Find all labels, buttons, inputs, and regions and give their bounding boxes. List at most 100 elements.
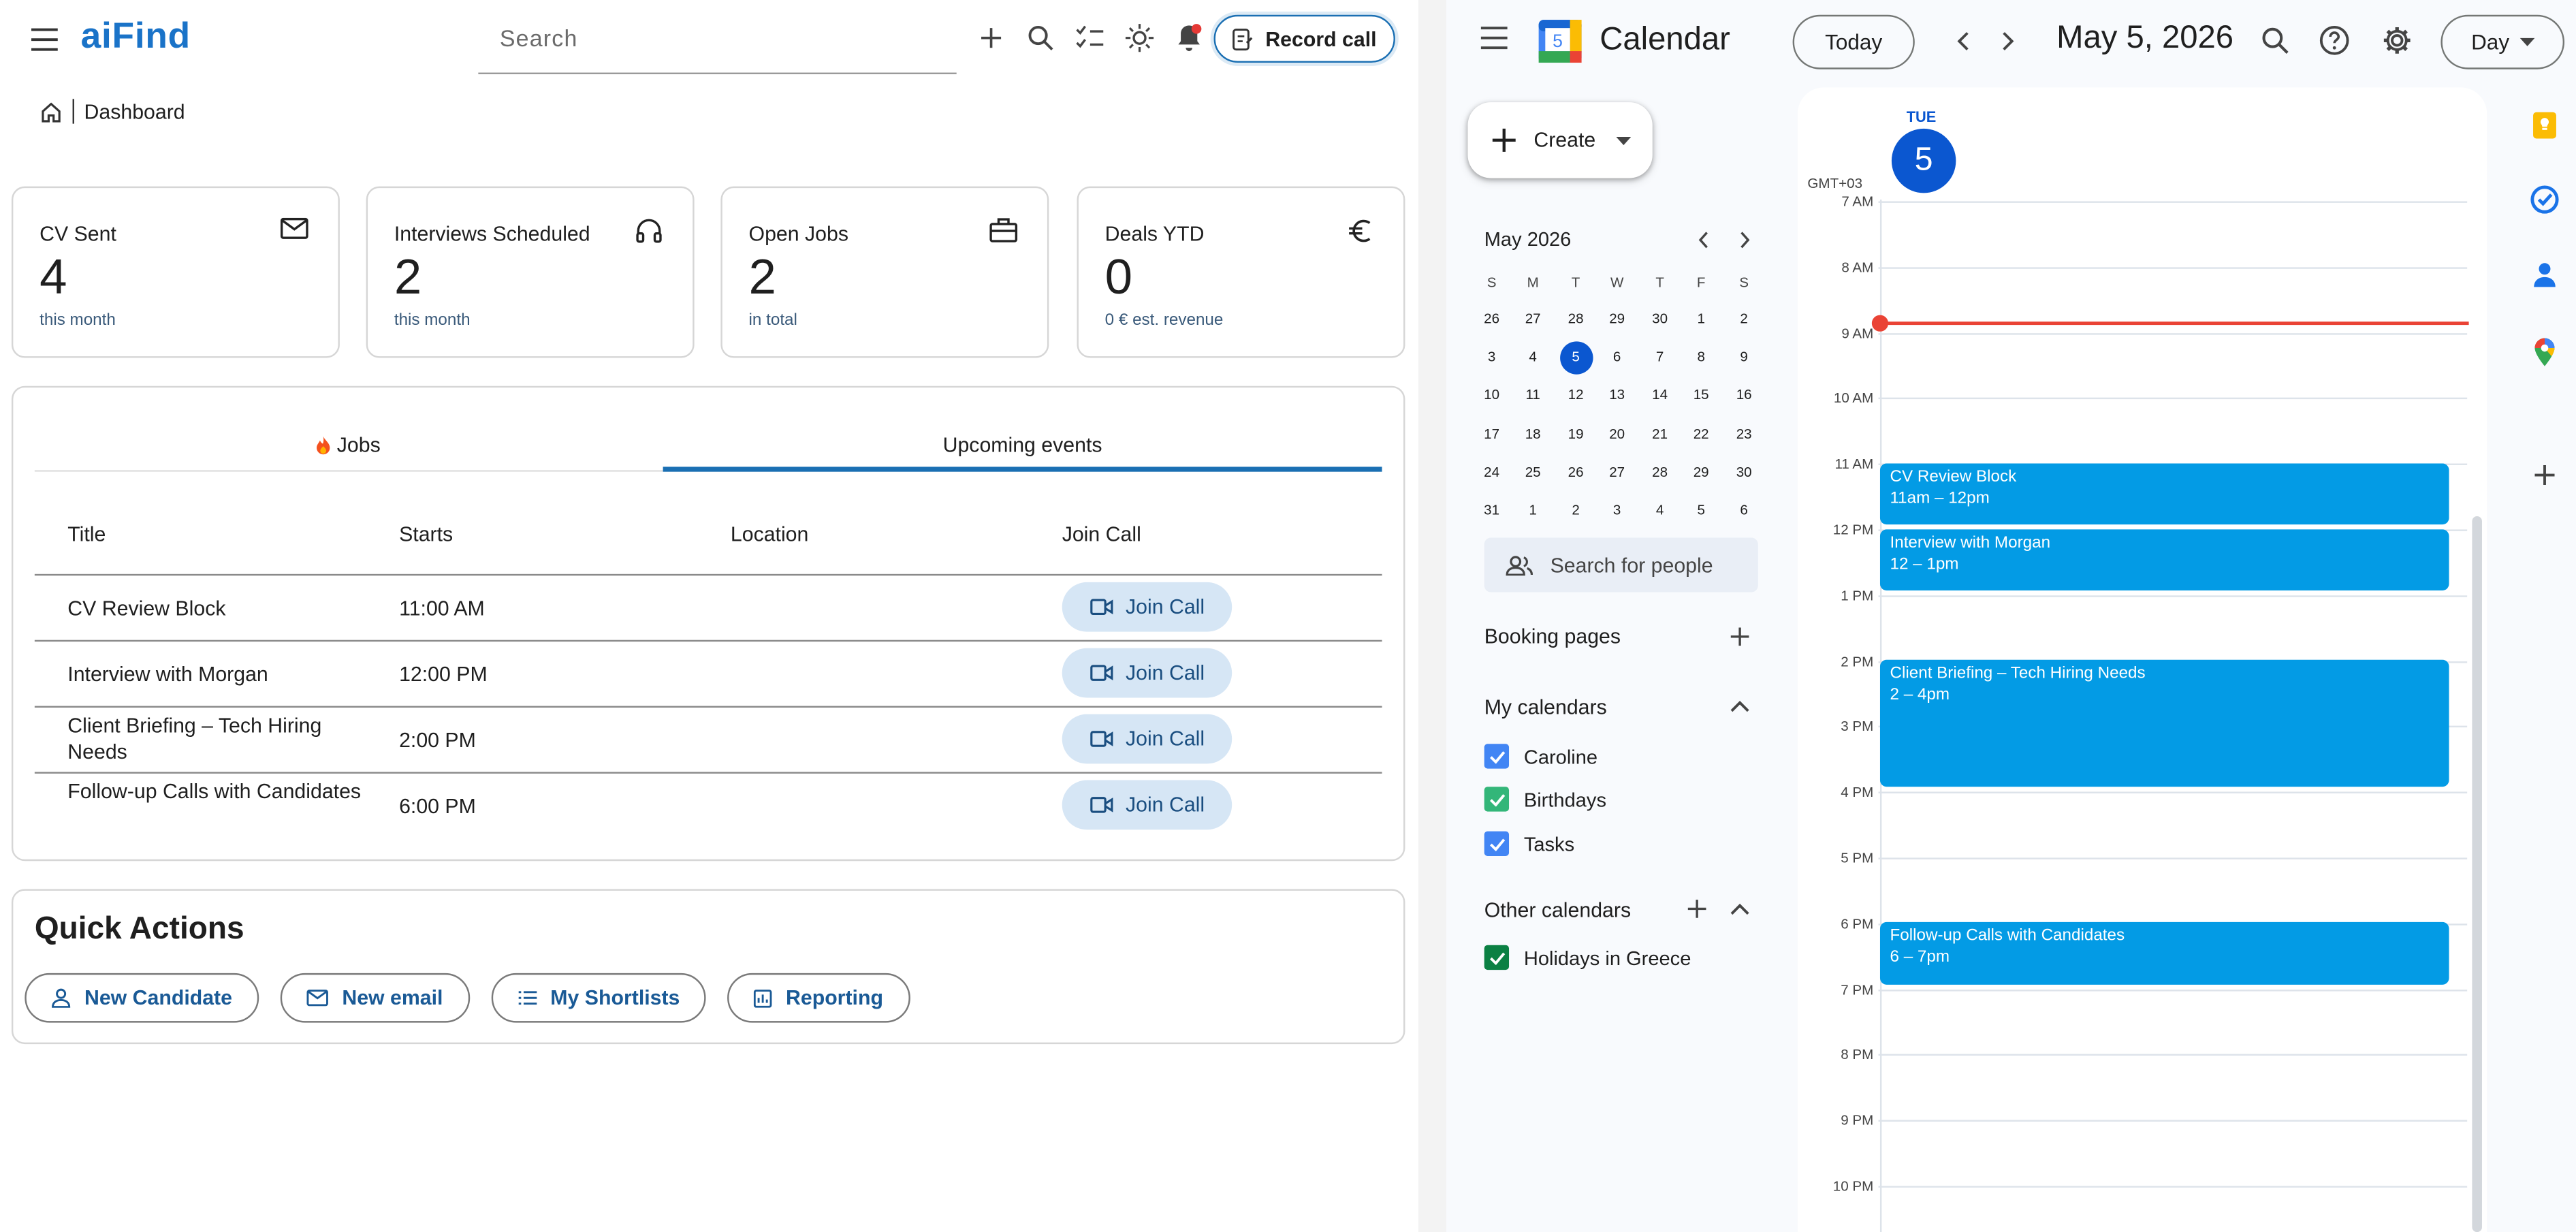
mini-calendar-day[interactable]: 1 — [1681, 302, 1722, 334]
mini-calendar-prev-icon[interactable] — [1697, 231, 1710, 249]
mini-calendar-day[interactable]: 10 — [1471, 379, 1512, 411]
new-email-button[interactable]: New email — [280, 973, 471, 1023]
mini-calendar-day[interactable]: 1 — [1512, 493, 1554, 526]
calendar-event[interactable]: Interview with Morgan 12 – 1pm — [1879, 529, 2449, 591]
other-calendars-label[interactable]: Other calendars — [1484, 899, 1631, 922]
my-calendars-label[interactable]: My calendars — [1484, 696, 1607, 719]
tab-upcoming-events[interactable]: Upcoming events — [663, 417, 1382, 473]
menu-icon[interactable] — [27, 21, 63, 57]
collapse-chevron-icon[interactable] — [1730, 699, 1750, 712]
mini-calendar-day[interactable]: 14 — [1639, 379, 1681, 411]
main-menu-icon[interactable] — [1479, 27, 1509, 50]
add-addon-icon[interactable] — [2526, 457, 2562, 493]
mini-calendar-day[interactable]: 28 — [1555, 302, 1597, 334]
stat-card-deals-ytd[interactable]: Deals YTD 0 0 € est. revenue — [1077, 186, 1405, 358]
add-icon[interactable] — [973, 20, 1009, 56]
join-call-button[interactable]: Join Call — [1062, 780, 1233, 830]
calendar-item-holidays-greece[interactable]: Holidays in Greece — [1484, 945, 1691, 970]
stat-card-open-jobs[interactable]: Open Jobs 2 in total — [720, 186, 1049, 358]
contacts-icon[interactable] — [2526, 257, 2562, 294]
mini-calendar-day[interactable]: 7 — [1639, 340, 1681, 373]
scrollbar-thumb[interactable] — [2472, 516, 2482, 1232]
mini-calendar-day[interactable]: 26 — [1555, 455, 1597, 488]
mini-calendar-day[interactable]: 9 — [1723, 340, 1765, 373]
search-people-input[interactable]: Search for people — [1484, 537, 1758, 593]
mini-calendar-day[interactable]: 26 — [1471, 302, 1512, 334]
calendar-item-caroline[interactable]: Caroline — [1484, 744, 1597, 769]
mini-calendar-day[interactable]: 2 — [1723, 302, 1765, 334]
mini-calendar-day[interactable]: 27 — [1512, 302, 1554, 334]
mini-calendar-day[interactable]: 22 — [1681, 417, 1722, 449]
mini-calendar-day[interactable]: 5 — [1681, 493, 1722, 526]
mini-calendar-next-icon[interactable] — [1738, 231, 1751, 249]
create-button[interactable]: Create — [1467, 102, 1653, 178]
mini-calendar-day[interactable]: 4 — [1512, 340, 1554, 373]
calendar-logo-icon[interactable]: 5 — [1537, 18, 1583, 65]
my-shortlists-button[interactable]: My Shortlists — [491, 973, 706, 1023]
search-icon[interactable] — [1023, 20, 1059, 56]
calendar-item-tasks[interactable]: Tasks — [1484, 831, 1574, 856]
mini-calendar-day[interactable]: 4 — [1639, 493, 1681, 526]
mini-calendar-day[interactable]: 28 — [1639, 455, 1681, 488]
tab-jobs[interactable]: Jobs — [35, 417, 661, 473]
search-input[interactable]: Search — [478, 7, 957, 74]
checkbox-checked-icon[interactable] — [1484, 744, 1510, 769]
breadcrumb-dashboard[interactable]: Dashboard — [84, 100, 185, 123]
keep-notes-icon[interactable] — [2526, 107, 2562, 143]
mini-calendar-day[interactable]: 3 — [1471, 340, 1512, 373]
mini-calendar-day[interactable]: 16 — [1723, 379, 1765, 411]
settings-gear-icon[interactable] — [2381, 25, 2413, 56]
next-period-icon[interactable] — [1997, 30, 2017, 53]
checkbox-checked-icon[interactable] — [1484, 831, 1510, 856]
mini-calendar-day[interactable]: 12 — [1555, 379, 1597, 411]
mini-calendar-day[interactable]: 31 — [1471, 493, 1512, 526]
mini-calendar-day[interactable]: 29 — [1596, 302, 1638, 334]
mini-calendar-day[interactable]: 6 — [1596, 340, 1638, 373]
mini-calendar-day[interactable]: 17 — [1471, 417, 1512, 449]
mini-calendar-day[interactable]: 8 — [1681, 340, 1722, 373]
search-icon[interactable] — [2261, 27, 2289, 54]
mini-calendar-day[interactable]: 3 — [1596, 493, 1638, 526]
mini-calendar-day[interactable]: 21 — [1639, 417, 1681, 449]
join-call-button[interactable]: Join Call — [1062, 582, 1233, 632]
add-booking-page-icon[interactable] — [1730, 627, 1750, 646]
help-icon[interactable] — [2319, 25, 2350, 56]
mini-calendar-day[interactable]: 27 — [1596, 455, 1638, 488]
record-call-button[interactable]: Record call — [1213, 14, 1395, 63]
calendar-item-birthdays[interactable]: Birthdays — [1484, 787, 1606, 812]
collapse-chevron-icon[interactable] — [1730, 902, 1750, 915]
mini-calendar-day[interactable]: 20 — [1596, 417, 1638, 449]
stat-card-cv-sent[interactable]: CV Sent 4 this month — [11, 186, 340, 358]
notification-bell-icon[interactable] — [1171, 20, 1207, 56]
calendar-event[interactable]: CV Review Block 11am – 12pm — [1879, 463, 2449, 525]
mini-calendar-day[interactable]: 23 — [1723, 417, 1765, 449]
calendar-event[interactable]: Follow-up Calls with Candidates 6 – 7pm — [1879, 921, 2449, 985]
today-button[interactable]: Today — [1792, 14, 1915, 69]
mini-calendar-day[interactable]: 18 — [1512, 417, 1554, 449]
sun-theme-icon[interactable] — [1122, 20, 1158, 56]
mini-calendar-day[interactable]: 15 — [1681, 379, 1722, 411]
new-candidate-button[interactable]: New Candidate — [25, 973, 259, 1023]
mini-calendar-day[interactable]: 13 — [1596, 379, 1638, 411]
add-other-calendar-icon[interactable] — [1687, 899, 1707, 919]
day-number[interactable]: 5 — [1891, 128, 1956, 193]
aifind-logo[interactable]: aiFind — [81, 15, 191, 58]
checkbox-checked-icon[interactable] — [1484, 787, 1510, 812]
home-icon[interactable] — [39, 100, 63, 123]
mini-calendar-day[interactable]: 6 — [1723, 493, 1765, 526]
reporting-button[interactable]: Reporting — [727, 973, 910, 1023]
tasks-icon[interactable] — [2526, 181, 2562, 217]
join-call-button[interactable]: Join Call — [1062, 648, 1233, 698]
mini-calendar-day[interactable]: 25 — [1512, 455, 1554, 488]
mini-calendar-day[interactable]: 5 — [1555, 340, 1597, 373]
stat-card-interviews[interactable]: Interviews Scheduled 2 this month — [366, 186, 695, 358]
mini-calendar-day[interactable]: 30 — [1639, 302, 1681, 334]
mini-calendar-day[interactable]: 24 — [1471, 455, 1512, 488]
view-selector[interactable]: Day — [2440, 14, 2565, 69]
mini-calendar-day[interactable]: 29 — [1681, 455, 1722, 488]
task-checklist-icon[interactable] — [1072, 20, 1108, 56]
previous-period-icon[interactable] — [1954, 30, 1974, 53]
mini-calendar-day[interactable]: 11 — [1512, 379, 1554, 411]
mini-calendar-day[interactable]: 19 — [1555, 417, 1597, 449]
join-call-button[interactable]: Join Call — [1062, 714, 1233, 764]
